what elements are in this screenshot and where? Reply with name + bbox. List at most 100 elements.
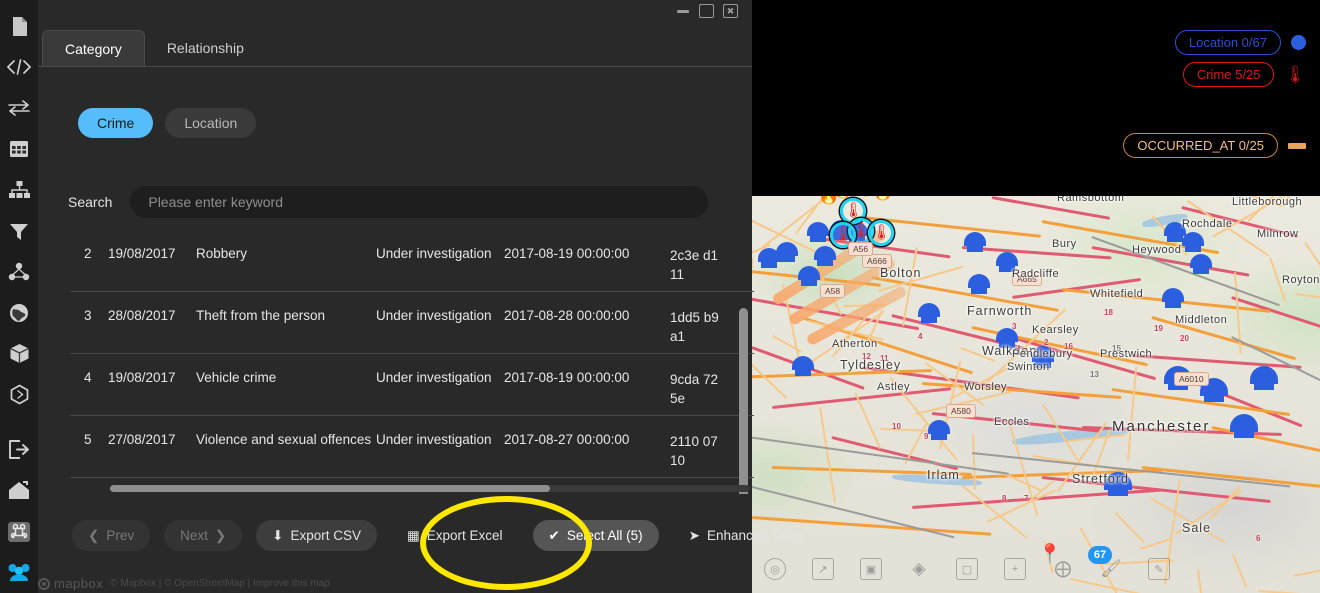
row-occurred: 2017-08-27 00:00:00	[504, 432, 670, 447]
tab-category[interactable]: Category	[42, 30, 145, 66]
search-row[interactable]: Search	[68, 186, 708, 218]
map-road	[772, 335, 802, 353]
map-road	[1142, 466, 1320, 488]
close-button[interactable]: ✖	[723, 4, 738, 18]
table-grid-icon[interactable]	[0, 129, 38, 170]
map-location-pin[interactable]	[968, 274, 990, 296]
map-location-pin[interactable]	[1182, 232, 1204, 254]
map-location-pin[interactable]	[964, 232, 986, 254]
next-page-button[interactable]: Next ❯	[164, 520, 242, 551]
table-row[interactable]: 527/08/2017Violence and sexual offencesU…	[70, 416, 754, 478]
map-place-label: Whitefield	[1090, 288, 1143, 300]
map-road	[1232, 554, 1247, 588]
tab-relationship[interactable]: Relationship	[145, 30, 266, 66]
row-date: 27/08/2017	[108, 432, 196, 447]
legend-crime-chip[interactable]: Crime 5/25	[1183, 62, 1275, 87]
map-place-label: Stretford	[1072, 472, 1129, 486]
map-place-label: Bury	[1052, 238, 1077, 250]
exchange-arrows-icon[interactable]	[0, 88, 38, 129]
row-status: Under investigation	[376, 370, 504, 385]
row-status: Under investigation	[376, 432, 504, 447]
window-controls[interactable]: ✖	[675, 4, 738, 18]
results-table[interactable]: 219/08/2017RobberyUnder investigation201…	[70, 230, 754, 494]
home-icon[interactable]	[0, 470, 38, 511]
table-horizontal-scrollbar[interactable]	[110, 485, 550, 492]
map-place-label: Pendlebury	[1012, 348, 1073, 360]
map-place-label: Sale	[1182, 521, 1211, 535]
export-csv-label: Export CSV	[290, 528, 361, 543]
hexagon-icon[interactable]	[0, 374, 38, 415]
map-location-pin[interactable]	[792, 356, 814, 378]
map-cluster-badge[interactable]: 67	[1088, 546, 1112, 564]
map-location-pin[interactable]	[918, 303, 940, 325]
map-place-label: Bolton	[880, 266, 921, 280]
map-canvas[interactable]: 🌡🌡🌡🌡🔥🔥🔥🔥A58A666A665A6010A56A580432121110…	[752, 196, 1320, 593]
code-icon[interactable]	[0, 47, 38, 88]
map-road-number: 19	[1154, 324, 1163, 333]
map-place-label: Rochdale	[1182, 218, 1232, 230]
globe-icon[interactable]	[0, 292, 38, 333]
map-location-pin[interactable]	[928, 420, 950, 442]
row-index: 3	[70, 308, 108, 323]
network-graph-icon[interactable]	[0, 252, 38, 293]
row-date: 19/08/2017	[108, 370, 196, 385]
cube-icon[interactable]	[0, 333, 38, 374]
document-icon[interactable]	[0, 6, 38, 47]
map-location-pin[interactable]	[758, 248, 780, 270]
map-road-number: 8	[1002, 494, 1006, 503]
map-viewport[interactable]: 🌡🌡🌡🌡🔥🔥🔥🔥A58A666A665A6010A56A580432121110…	[752, 196, 1320, 593]
table-row[interactable]: 419/08/2017Vehicle crimeUnder investigat…	[70, 354, 754, 416]
filter-icon[interactable]	[0, 211, 38, 252]
map-place-label: Irlam	[927, 468, 960, 482]
map-location-pin[interactable]	[1230, 414, 1258, 440]
user-group-icon[interactable]	[0, 552, 38, 593]
map-road-number: 6	[1256, 534, 1260, 543]
map-location-pin[interactable]	[1190, 254, 1212, 276]
map-road-shield: A580	[946, 404, 976, 418]
table-row[interactable]: 219/08/2017RobberyUnder investigation201…	[70, 230, 754, 292]
map-road-number: 18	[1104, 308, 1113, 317]
left-icon-rail[interactable]	[0, 0, 38, 593]
map-road-shield: A6010	[1174, 372, 1209, 386]
table-vertical-scrollbar[interactable]	[739, 308, 748, 494]
map-attribution[interactable]: mapbox © Mapbox | © OpenStreetMap | Impr…	[38, 576, 330, 591]
legend-location-dot-icon	[1291, 35, 1306, 50]
map-road	[1211, 426, 1320, 456]
table-row[interactable]: 328/08/2017Theft from the personUnder in…	[70, 292, 754, 354]
search-input[interactable]	[148, 194, 690, 210]
minimize-button[interactable]	[675, 4, 690, 18]
legend-flame-icon: 🌡	[1284, 66, 1306, 83]
legend-row-occurred[interactable]: OCCURRED_AT 0/25	[1123, 133, 1306, 158]
legend-row-crime[interactable]: Crime 5/25 🌡	[1183, 62, 1306, 87]
legend-occurred-chip[interactable]: OCCURRED_AT 0/25	[1123, 133, 1278, 158]
map-road	[854, 392, 881, 449]
map-place-label: Manchester	[1112, 418, 1210, 435]
prev-label: Prev	[106, 528, 134, 543]
chip-location[interactable]: Location	[165, 108, 256, 138]
panel-tabs[interactable]: Category Relationship	[42, 30, 266, 66]
map-location-pin[interactable]	[1250, 366, 1278, 392]
export-csv-button[interactable]: ⬇ Export CSV	[256, 520, 377, 551]
map-location-pin[interactable]	[807, 222, 829, 244]
search-label: Search	[68, 194, 112, 210]
chip-crime[interactable]: Crime	[78, 108, 153, 138]
map-location-pin[interactable]	[814, 246, 836, 268]
maximize-button[interactable]	[699, 4, 714, 18]
prev-page-button[interactable]: ❮ Prev	[72, 520, 150, 551]
map-location-pin[interactable]	[798, 266, 820, 288]
map-location-pin[interactable]	[1162, 288, 1184, 310]
command-icon[interactable]	[0, 511, 38, 552]
category-chip-group[interactable]: Crime Location	[78, 108, 256, 138]
map-road-number: 3	[1012, 322, 1016, 331]
logout-icon[interactable]	[0, 429, 38, 470]
legend-row-location[interactable]: Location 0/67	[1175, 30, 1306, 55]
row-index: 2	[70, 246, 108, 261]
row-type: Theft from the person	[196, 308, 376, 323]
next-label: Next	[180, 528, 208, 543]
map-road-number: 10	[892, 422, 901, 431]
hierarchy-icon[interactable]	[0, 170, 38, 211]
legend-location-chip[interactable]: Location 0/67	[1175, 30, 1281, 55]
search-box[interactable]	[130, 186, 708, 218]
enhanced-table-button[interactable]: ➤ Enhanced Table	[673, 520, 820, 551]
map-road	[1070, 578, 1172, 593]
